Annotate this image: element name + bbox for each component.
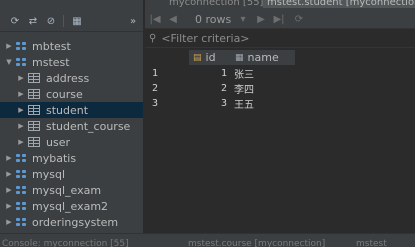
bottom-tab-course[interactable]: mstest.course [myconnection] — [188, 239, 325, 247]
filter-input[interactable]: <Filter criteria> — [161, 32, 249, 45]
refresh-icon[interactable]: ⟳ — [293, 12, 305, 26]
first-page-icon[interactable]: |◀ — [149, 12, 161, 26]
database-icon — [16, 169, 27, 179]
tree-item-mysql[interactable]: ▶ mysql — [0, 166, 143, 182]
expand-arrow-icon[interactable]: ▶ — [17, 74, 25, 82]
previous-page-icon[interactable]: ◀ — [167, 12, 179, 26]
database-icon — [16, 153, 27, 163]
filter-icon: ⚲ — [149, 33, 157, 44]
tree-item-label: mysql_exam — [32, 183, 102, 197]
database-explorer-panel: ⟳ ⇄ ⊘ ▦ » ▶ mbtest ▼ mstest ▶ address ▶ … — [0, 0, 143, 233]
bottom-tab-console[interactable]: Console: myconnection [55] — [2, 239, 129, 247]
database-icon — [16, 185, 27, 195]
more-icon[interactable]: » — [126, 14, 140, 28]
database-icon — [16, 57, 27, 67]
table-icon — [28, 89, 40, 99]
tree-item-orderingsystem[interactable]: ▶ orderingsystem — [0, 214, 143, 230]
tree-item-label: student — [46, 103, 89, 117]
cell-name[interactable]: 张三 — [234, 66, 254, 81]
filter-bar[interactable]: ⚲ <Filter criteria> — [145, 30, 415, 48]
row-number: 3 — [152, 98, 159, 109]
tab-myconnection[interactable]: myconnection [55] — [169, 0, 263, 8]
expand-arrow-icon[interactable]: ▶ — [5, 202, 13, 210]
column-header-label: id — [205, 51, 216, 64]
cell-name[interactable]: 王五 — [234, 96, 254, 111]
database-icon — [16, 217, 27, 227]
tree-item-label: course — [46, 87, 83, 101]
rows-count: 0 rows — [195, 13, 232, 26]
tree-item-label: mybatis — [32, 151, 77, 165]
bottom-tab-mstest[interactable]: mstest — [356, 239, 387, 247]
row-number: 2 — [152, 83, 159, 94]
expand-arrow-icon[interactable]: ▶ — [5, 218, 13, 226]
column-icon: ▦ — [235, 52, 244, 63]
tree-item-label: user — [46, 135, 70, 149]
next-page-icon[interactable]: ▶ — [255, 12, 267, 26]
rows-dropdown-icon[interactable]: ▾ — [237, 12, 249, 26]
tree-item-label: mstest — [32, 55, 70, 69]
explorer-toolbar: ⟳ ⇄ ⊘ ▦ » — [0, 10, 143, 32]
collapse-arrow-icon[interactable]: ▼ — [5, 58, 13, 66]
expand-arrow-icon[interactable]: ▶ — [17, 90, 25, 98]
tree-item-mysql-exam[interactable]: ▶ mysql_exam — [0, 182, 143, 198]
expand-arrow-icon[interactable]: ▶ — [5, 186, 13, 194]
row-number: 1 — [152, 68, 159, 79]
tree-item-label: orderingsystem — [32, 215, 119, 229]
expand-arrow-icon[interactable]: ▶ — [5, 42, 13, 50]
tree-item-label: address — [46, 71, 90, 85]
cell-id[interactable]: 2 — [221, 83, 227, 94]
bottom-tab-bar: Console: myconnection [55] mstest.course… — [0, 233, 415, 247]
key-column-icon: ▤ — [193, 52, 202, 63]
data-editor-panel: myconnection [55] mstest.student [myconn… — [145, 0, 415, 233]
editor-tab-bar: myconnection [55] mstest.student [myconn… — [145, 0, 415, 9]
cell-id[interactable]: 3 — [221, 98, 227, 109]
table-icon — [28, 73, 40, 83]
tree-item-student[interactable]: ▶ student — [0, 102, 143, 118]
table-row[interactable]: 2 2 李四 — [145, 81, 415, 96]
tree-item-mybatis[interactable]: ▶ mybatis — [0, 150, 143, 166]
expand-arrow-icon[interactable]: ▶ — [17, 138, 25, 146]
column-header-label: name — [247, 51, 279, 64]
tree-item-label: student_course — [46, 119, 131, 133]
tree-item-user[interactable]: ▶ user — [0, 134, 143, 150]
tree-item-label: mysql_exam2 — [32, 199, 109, 213]
tree-item-mysql-exam2[interactable]: ▶ mysql_exam2 — [0, 198, 143, 214]
toolbar-separator — [63, 15, 64, 27]
tree-item-mbtest[interactable]: ▶ mbtest — [0, 38, 143, 54]
table-icon — [28, 137, 40, 147]
tree-item-address[interactable]: ▶ address — [0, 70, 143, 86]
expand-arrow-icon[interactable]: ▶ — [17, 106, 25, 114]
cell-name[interactable]: 李四 — [234, 81, 254, 96]
tree-item-student-course[interactable]: ▶ student_course — [0, 118, 143, 134]
tree-item-label: mysql — [32, 167, 65, 181]
tab-mstest-student[interactable]: mstest.student [myconnection] — [263, 0, 415, 8]
last-page-icon[interactable]: ▶| — [273, 12, 285, 26]
tree-item-mstest[interactable]: ▼ mstest — [0, 54, 143, 70]
column-header-id[interactable]: ▤ id — [189, 50, 231, 65]
expand-arrow-icon[interactable]: ▶ — [17, 122, 25, 130]
database-icon — [16, 201, 27, 211]
table-row[interactable]: 1 1 张三 — [145, 66, 415, 81]
expand-arrow-icon[interactable]: ▶ — [5, 154, 13, 162]
table-view-icon[interactable]: ▦ — [70, 14, 84, 28]
expand-arrow-icon[interactable]: ▶ — [5, 170, 13, 178]
column-header-name[interactable]: ▦ name — [231, 50, 295, 65]
database-icon — [16, 41, 27, 51]
table-row[interactable]: 3 3 王五 — [145, 96, 415, 111]
schema-sync-icon[interactable]: ⇄ — [26, 14, 40, 28]
filter-icon[interactable]: ⊘ — [44, 14, 58, 28]
refresh-icon[interactable]: ⟳ — [8, 14, 22, 28]
tree-item-course[interactable]: ▶ course — [0, 86, 143, 102]
table-icon — [28, 105, 40, 115]
cell-id[interactable]: 1 — [221, 68, 227, 79]
table-icon — [28, 121, 40, 131]
tree-item-label: mbtest — [32, 39, 71, 53]
data-nav-toolbar: |◀ ◀ 0 rows ▾ ▶ ▶| ⟳ — [145, 9, 415, 29]
